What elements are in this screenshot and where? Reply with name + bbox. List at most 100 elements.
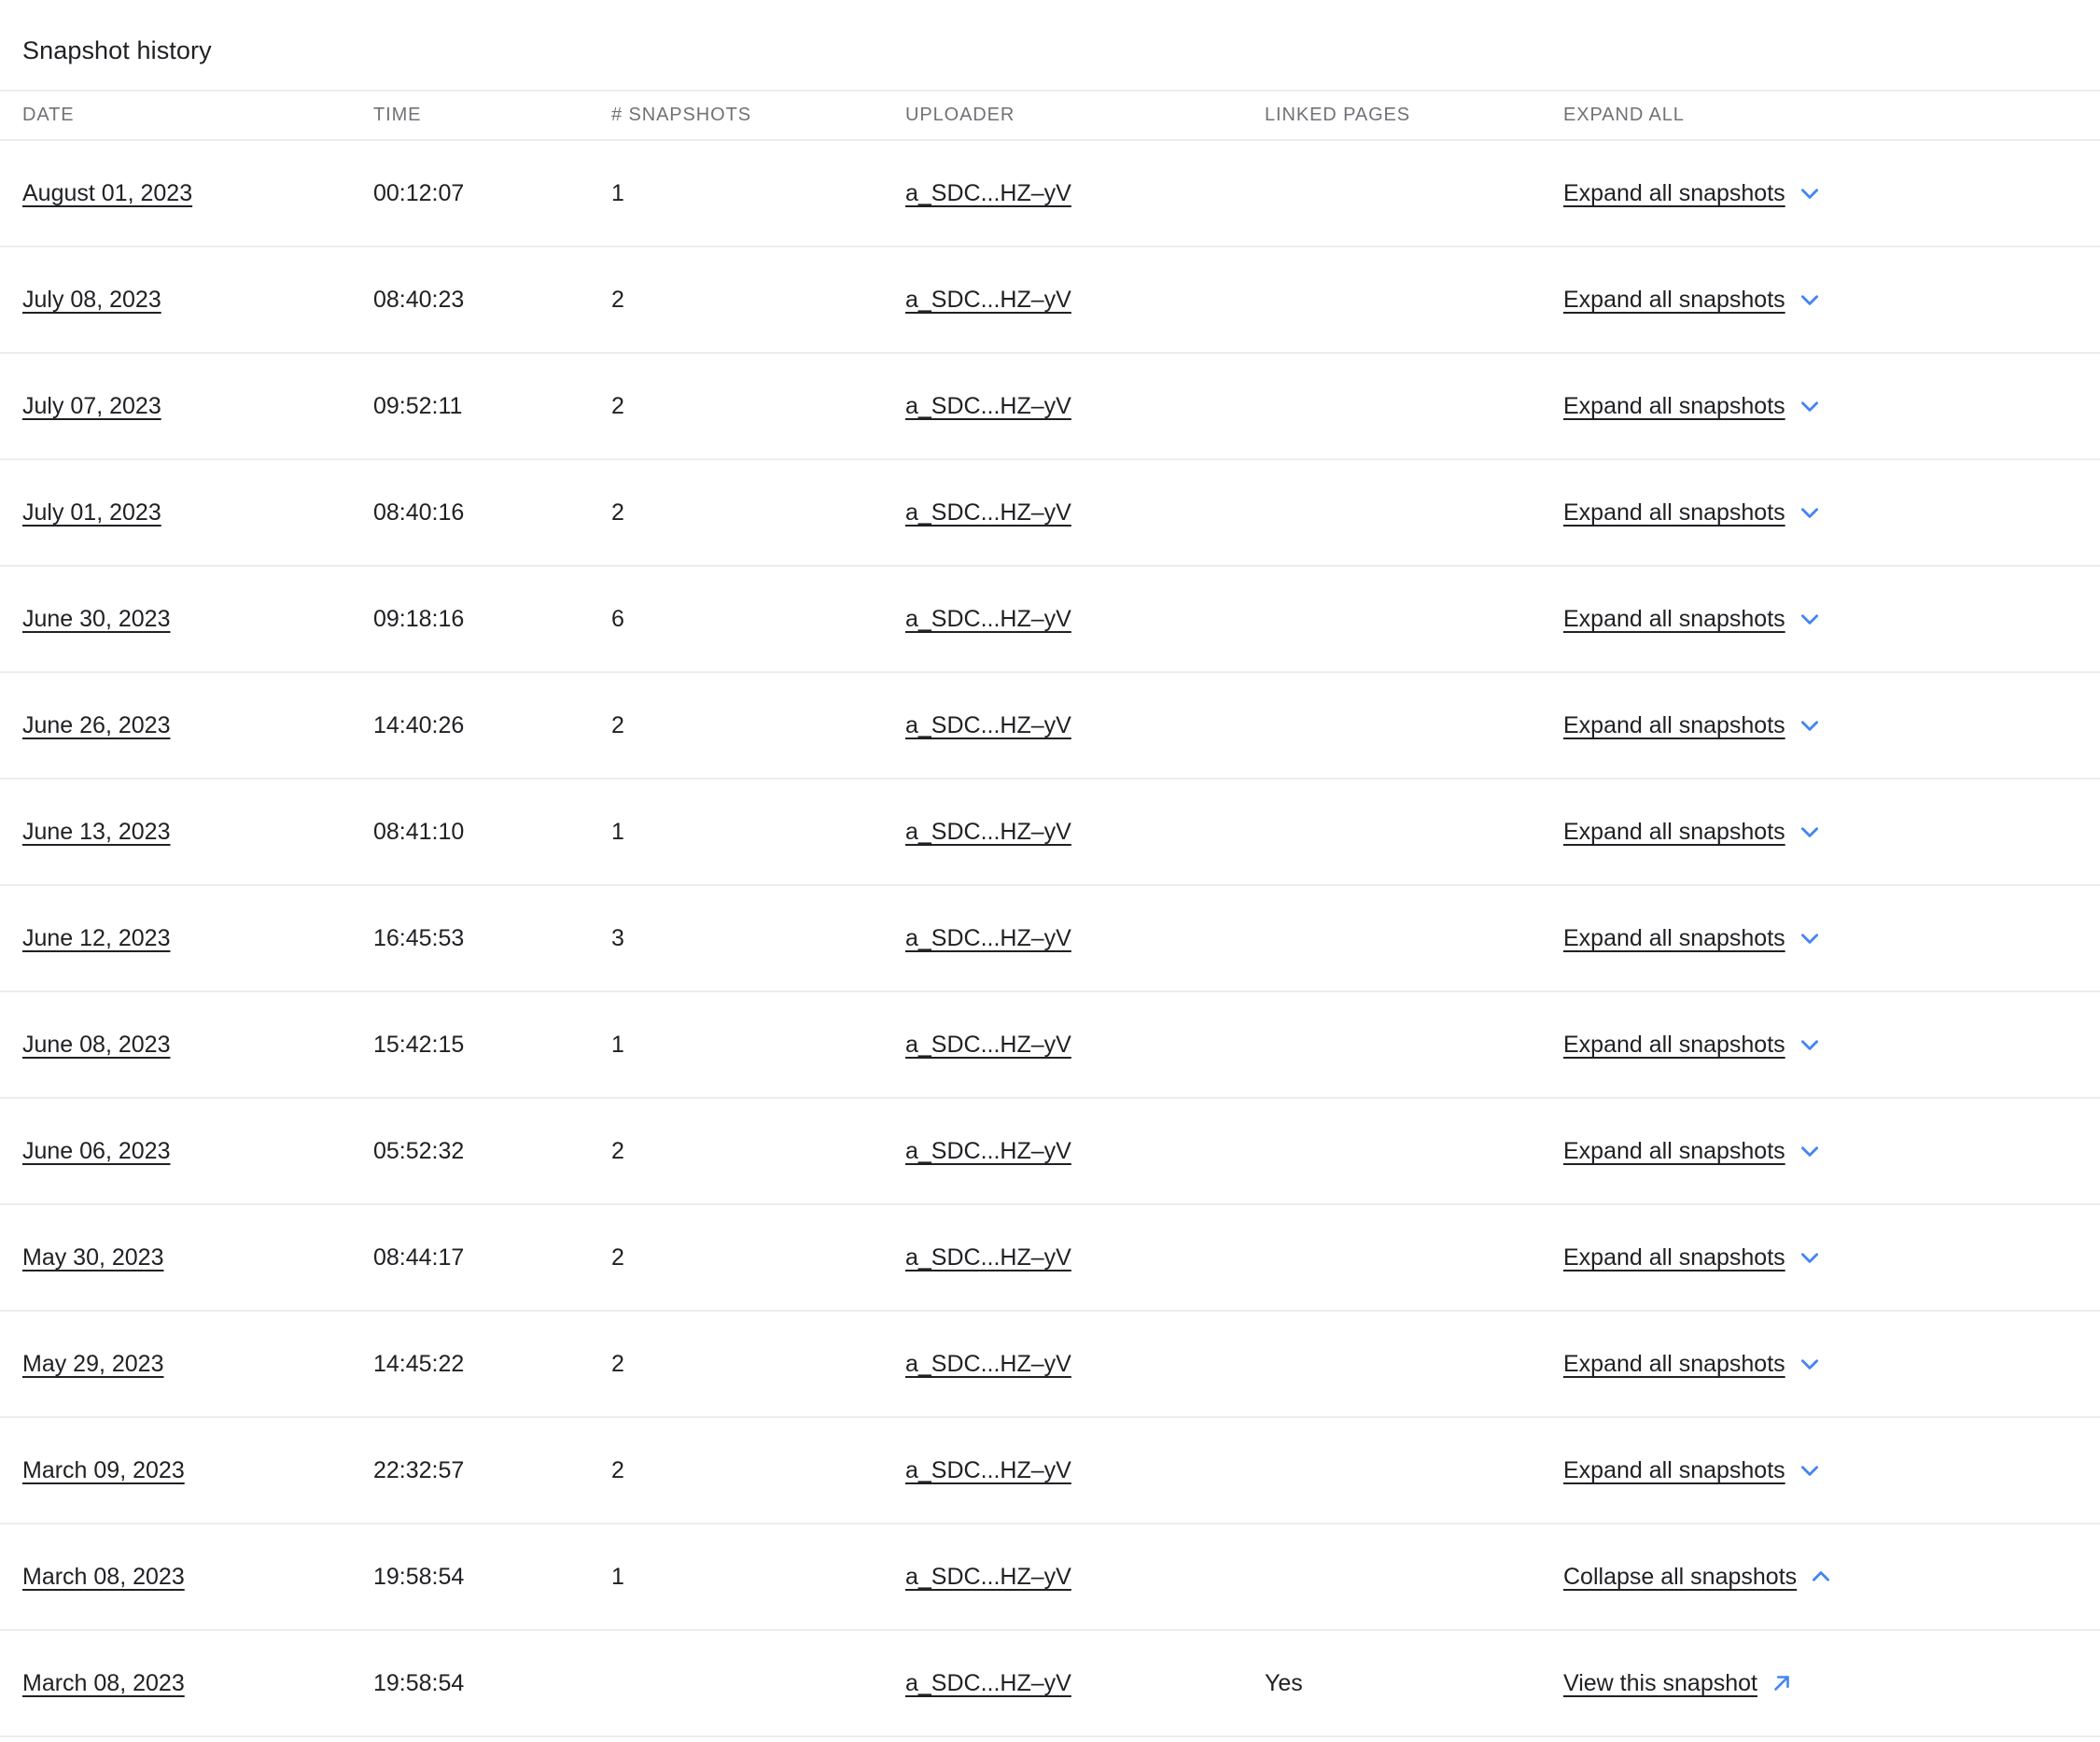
uploader-link[interactable]: a_SDC...HZ–yV bbox=[905, 180, 1071, 206]
cell-uploader: a_SDC...HZ–yV bbox=[905, 246, 1265, 353]
cell-snapshot-count: 1 bbox=[611, 991, 905, 1098]
expand-action-label[interactable]: View this snapshot bbox=[1563, 1669, 1757, 1697]
expand-action[interactable]: View this snapshot bbox=[1563, 1669, 1794, 1697]
expand-action-label[interactable]: Collapse all snapshots bbox=[1563, 1563, 1797, 1591]
cell-date: March 09, 2023 bbox=[0, 1417, 373, 1524]
date-link[interactable]: July 08, 2023 bbox=[22, 287, 161, 313]
uploader-link[interactable]: a_SDC...HZ–yV bbox=[905, 1670, 1071, 1696]
uploader-link[interactable]: a_SDC...HZ–yV bbox=[905, 1351, 1071, 1377]
expand-action[interactable]: Expand all snapshots bbox=[1563, 711, 1822, 739]
chevron-down-icon[interactable] bbox=[1798, 288, 1822, 312]
date-link[interactable]: May 29, 2023 bbox=[22, 1351, 164, 1377]
chevron-down-icon[interactable] bbox=[1798, 1033, 1822, 1057]
uploader-link[interactable]: a_SDC...HZ–yV bbox=[905, 1032, 1071, 1058]
cell-linked-pages bbox=[1265, 672, 1563, 779]
date-link[interactable]: March 08, 2023 bbox=[22, 1670, 185, 1696]
chevron-up-icon[interactable] bbox=[1809, 1565, 1833, 1589]
chevron-down-icon[interactable] bbox=[1798, 181, 1822, 205]
date-link[interactable]: July 07, 2023 bbox=[22, 393, 161, 419]
chevron-down-icon[interactable] bbox=[1798, 500, 1822, 525]
expand-action-label[interactable]: Expand all snapshots bbox=[1563, 1031, 1785, 1059]
cell-date: June 13, 2023 bbox=[0, 779, 373, 885]
table-row: July 01, 202308:40:162a_SDC...HZ–yVExpan… bbox=[0, 459, 2100, 566]
expand-action-label[interactable]: Expand all snapshots bbox=[1563, 818, 1785, 846]
chevron-down-icon[interactable] bbox=[1798, 1458, 1822, 1482]
date-link[interactable]: March 09, 2023 bbox=[22, 1457, 185, 1483]
cell-linked-pages bbox=[1265, 1204, 1563, 1311]
chevron-down-icon[interactable] bbox=[1798, 394, 1822, 418]
table-header: DATE TIME # SNAPSHOTS UPLOADER LINKED PA… bbox=[0, 91, 2100, 140]
expand-action[interactable]: Collapse all snapshots bbox=[1563, 1563, 1833, 1591]
table-row: June 12, 202316:45:533a_SDC...HZ–yVExpan… bbox=[0, 885, 2100, 991]
uploader-link[interactable]: a_SDC...HZ–yV bbox=[905, 925, 1071, 951]
chevron-down-icon[interactable] bbox=[1798, 926, 1822, 950]
expand-action-label[interactable]: Expand all snapshots bbox=[1563, 286, 1785, 314]
expand-action-label[interactable]: Expand all snapshots bbox=[1563, 1137, 1785, 1165]
date-link[interactable]: June 26, 2023 bbox=[22, 712, 170, 738]
chevron-down-icon[interactable] bbox=[1798, 820, 1822, 844]
date-link[interactable]: June 12, 2023 bbox=[22, 925, 170, 951]
cell-expand-action: Expand all snapshots bbox=[1563, 1311, 2100, 1417]
cell-snapshot-count: 2 bbox=[611, 1098, 905, 1204]
chevron-down-icon[interactable] bbox=[1798, 1352, 1822, 1376]
uploader-link[interactable]: a_SDC...HZ–yV bbox=[905, 393, 1071, 419]
uploader-link[interactable]: a_SDC...HZ–yV bbox=[905, 1244, 1071, 1271]
expand-action-label[interactable]: Expand all snapshots bbox=[1563, 711, 1785, 739]
date-link[interactable]: August 01, 2023 bbox=[22, 180, 192, 206]
date-link[interactable]: July 01, 2023 bbox=[22, 499, 161, 526]
cell-date: June 26, 2023 bbox=[0, 672, 373, 779]
external-link-icon[interactable] bbox=[1770, 1671, 1794, 1695]
cell-uploader: a_SDC...HZ–yV bbox=[905, 1098, 1265, 1204]
uploader-link[interactable]: a_SDC...HZ–yV bbox=[905, 819, 1071, 845]
date-link[interactable]: June 13, 2023 bbox=[22, 819, 170, 845]
date-link[interactable]: June 30, 2023 bbox=[22, 606, 170, 632]
cell-snapshot-count: 1 bbox=[611, 140, 905, 246]
snapshot-history-page: Snapshot history DATE TIME # SNAPSHOTS U… bbox=[0, 0, 2100, 1742]
uploader-link[interactable]: a_SDC...HZ–yV bbox=[905, 1457, 1071, 1483]
chevron-down-icon[interactable] bbox=[1798, 1139, 1822, 1163]
expand-action[interactable]: Expand all snapshots bbox=[1563, 1137, 1822, 1165]
uploader-link[interactable]: a_SDC...HZ–yV bbox=[905, 1564, 1071, 1590]
date-link[interactable]: March 08, 2023 bbox=[22, 1564, 185, 1590]
expand-action[interactable]: Expand all snapshots bbox=[1563, 818, 1822, 846]
cell-time: 15:42:15 bbox=[373, 991, 611, 1098]
expand-action-label[interactable]: Expand all snapshots bbox=[1563, 1456, 1785, 1484]
uploader-link[interactable]: a_SDC...HZ–yV bbox=[905, 287, 1071, 313]
cell-linked-pages bbox=[1265, 1524, 1563, 1630]
uploader-link[interactable]: a_SDC...HZ–yV bbox=[905, 1138, 1071, 1164]
expand-action[interactable]: Expand all snapshots bbox=[1563, 605, 1822, 633]
expand-action[interactable]: Expand all snapshots bbox=[1563, 1456, 1822, 1484]
table-row: June 26, 202314:40:262a_SDC...HZ–yVExpan… bbox=[0, 672, 2100, 779]
page-title: Snapshot history bbox=[0, 0, 2100, 65]
snapshot-history-table: DATE TIME # SNAPSHOTS UPLOADER LINKED PA… bbox=[0, 90, 2100, 1737]
cell-linked-pages bbox=[1265, 1098, 1563, 1204]
cell-snapshot-count: 2 bbox=[611, 459, 905, 566]
uploader-link[interactable]: a_SDC...HZ–yV bbox=[905, 712, 1071, 738]
expand-action[interactable]: Expand all snapshots bbox=[1563, 499, 1822, 527]
date-link[interactable]: June 06, 2023 bbox=[22, 1138, 170, 1164]
expand-action-label[interactable]: Expand all snapshots bbox=[1563, 1350, 1785, 1378]
date-link[interactable]: May 30, 2023 bbox=[22, 1244, 164, 1271]
chevron-down-icon[interactable] bbox=[1798, 713, 1822, 738]
date-link[interactable]: June 08, 2023 bbox=[22, 1032, 170, 1058]
expand-action[interactable]: Expand all snapshots bbox=[1563, 1350, 1822, 1378]
chevron-down-icon[interactable] bbox=[1798, 1245, 1822, 1270]
expand-action[interactable]: Expand all snapshots bbox=[1563, 924, 1822, 952]
cell-snapshot-count: 2 bbox=[611, 1311, 905, 1417]
expand-action-label[interactable]: Expand all snapshots bbox=[1563, 499, 1785, 527]
expand-action-label[interactable]: Expand all snapshots bbox=[1563, 924, 1785, 952]
table-row: May 29, 202314:45:222a_SDC...HZ–yVExpand… bbox=[0, 1311, 2100, 1417]
expand-action[interactable]: Expand all snapshots bbox=[1563, 392, 1822, 420]
expand-action-label[interactable]: Expand all snapshots bbox=[1563, 605, 1785, 633]
expand-action[interactable]: Expand all snapshots bbox=[1563, 1243, 1822, 1271]
uploader-link[interactable]: a_SDC...HZ–yV bbox=[905, 606, 1071, 632]
expand-action-label[interactable]: Expand all snapshots bbox=[1563, 179, 1785, 207]
expand-action[interactable]: Expand all snapshots bbox=[1563, 1031, 1822, 1059]
expand-action[interactable]: Expand all snapshots bbox=[1563, 179, 1822, 207]
uploader-link[interactable]: a_SDC...HZ–yV bbox=[905, 499, 1071, 526]
expand-action[interactable]: Expand all snapshots bbox=[1563, 286, 1822, 314]
chevron-down-icon[interactable] bbox=[1798, 607, 1822, 631]
expand-action-label[interactable]: Expand all snapshots bbox=[1563, 1243, 1785, 1271]
expand-action-label[interactable]: Expand all snapshots bbox=[1563, 392, 1785, 420]
table-row: July 08, 202308:40:232a_SDC...HZ–yVExpan… bbox=[0, 246, 2100, 353]
